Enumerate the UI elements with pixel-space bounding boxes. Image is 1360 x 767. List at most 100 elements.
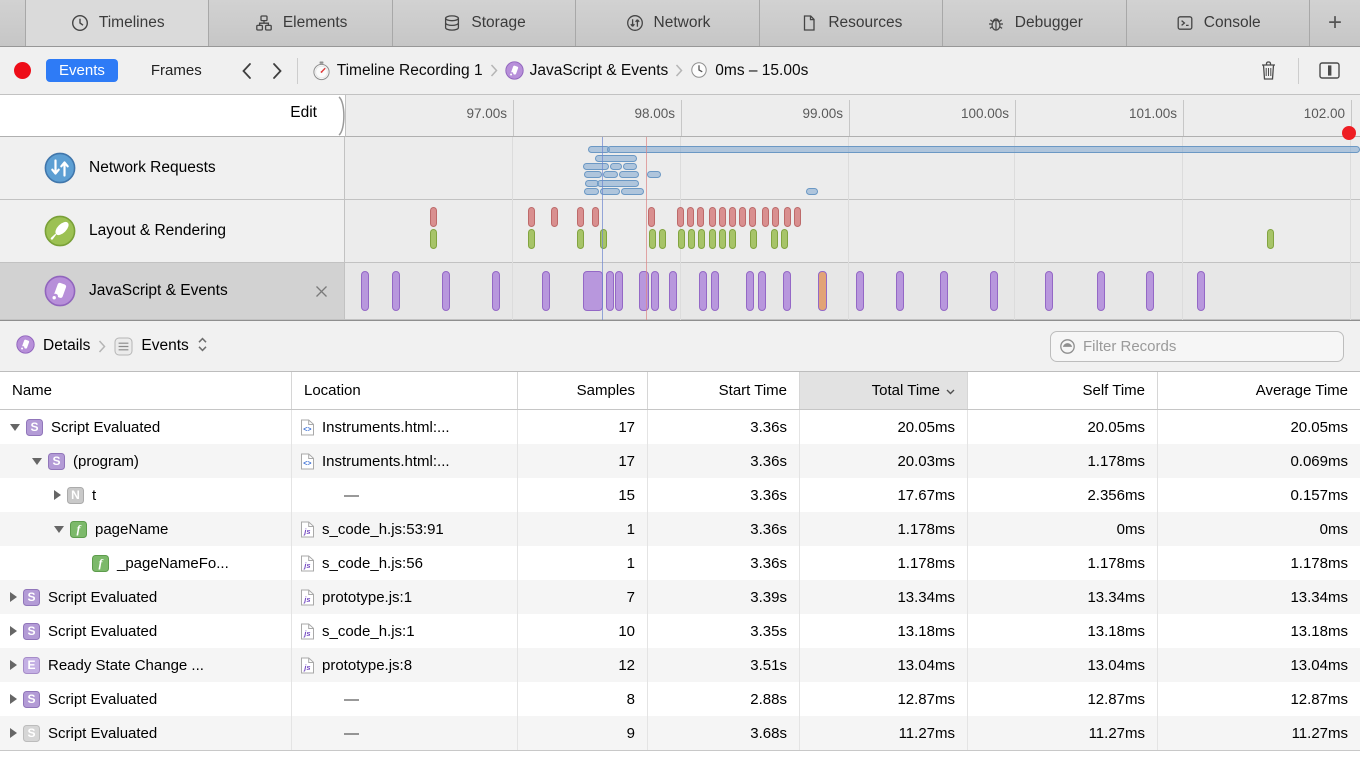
disclosure-triangle[interactable] [32, 458, 42, 465]
column-header-self-time[interactable]: Self Time [968, 372, 1158, 409]
tab-console[interactable]: Console [1127, 0, 1310, 46]
disclosure-triangle[interactable] [10, 660, 17, 670]
lane-graph[interactable] [345, 263, 1360, 320]
svg-text:<>: <> [303, 460, 311, 467]
self-time-cell: 0ms [968, 512, 1158, 546]
ruler-tick-label: 101.00s [1099, 106, 1177, 121]
lane-label[interactable]: Layout & Rendering [0, 200, 345, 263]
average-time-cell: 13.18ms [1158, 614, 1360, 648]
column-header-label: Start Time [719, 382, 787, 399]
filter-records-input[interactable] [1050, 331, 1344, 362]
timeline-lane-network-requests: Network Requests [0, 137, 1360, 200]
table-row[interactable]: SScript Evaluated<>Instruments.html:...1… [0, 410, 1360, 444]
close-lane-button[interactable] [315, 285, 328, 298]
start-time-cell: 2.88s [648, 682, 800, 716]
ruler-tick-label: 99.00s [765, 106, 843, 121]
disclosure-triangle[interactable] [10, 728, 17, 738]
column-header-label: Average Time [1256, 382, 1348, 399]
elements-icon [254, 13, 274, 33]
clock-icon [70, 13, 90, 33]
lane-graph[interactable] [345, 137, 1360, 200]
event-type-badge: S [48, 453, 65, 470]
js-file-icon: js [300, 555, 315, 572]
details-view-selector[interactable]: Events [141, 337, 188, 355]
sort-descending-icon [946, 382, 955, 399]
location-text: s_code_h.js:1 [322, 623, 415, 640]
self-time-cell: 20.05ms [968, 410, 1158, 444]
table-row[interactable]: EReady State Change ...jsprototype.js:81… [0, 648, 1360, 682]
timeline-lane-layout-rendering: Layout & Rendering [0, 200, 1360, 263]
table-row[interactable]: f_pageNameFo...jss_code_h.js:5613.36s1.1… [0, 546, 1360, 580]
lane-label[interactable]: Network Requests [0, 137, 345, 200]
frames-segment-button[interactable]: Frames [138, 59, 215, 82]
column-header-total-time[interactable]: Total Time [800, 372, 968, 409]
timeline-overview: Network Requests Layout & RenderingJavaSc… [0, 95, 1360, 320]
tab-label: Network [654, 14, 711, 32]
record-button[interactable] [14, 62, 31, 79]
disclosure-triangle[interactable] [10, 626, 17, 636]
samples-cell: 1 [518, 512, 648, 546]
back-button[interactable] [241, 62, 252, 80]
disclosure-triangle[interactable] [54, 526, 64, 533]
tab-resources[interactable]: Resources [760, 0, 943, 46]
forward-button[interactable] [272, 62, 283, 80]
average-time-cell: 12.87ms [1158, 682, 1360, 716]
timeline-ruler[interactable]: 97.00s98.00s99.00s100.00s101.00s102.00 [345, 95, 1360, 137]
toggle-details-sidebar-button[interactable] [1313, 62, 1346, 79]
column-header-location[interactable]: Location [292, 372, 518, 409]
ruler-tick [1015, 100, 1016, 136]
tab-timelines[interactable]: Timelines [26, 0, 209, 46]
column-header-name[interactable]: Name [0, 372, 292, 409]
chevron-right-icon [98, 340, 106, 353]
location-text: Instruments.html:... [322, 453, 450, 470]
self-time-cell: 13.04ms [968, 648, 1158, 682]
tab-network[interactable]: Network [576, 0, 759, 46]
lane-graph[interactable] [345, 200, 1360, 263]
name-cell: SScript Evaluated [0, 614, 292, 648]
table-row[interactable]: SScript Evaluatedjsprototype.js:173.39s1… [0, 580, 1360, 614]
average-time-cell: 13.34ms [1158, 580, 1360, 614]
location-text: s_code_h.js:53:91 [322, 521, 444, 538]
table-row[interactable]: SScript Evaluated—93.68s11.27ms11.27ms11… [0, 716, 1360, 750]
timeline-lanes: Network Requests Layout & RenderingJavaSc… [0, 137, 1360, 320]
edit-timelines-button[interactable]: Edit [290, 104, 317, 122]
disclosure-triangle[interactable] [10, 694, 17, 704]
table-row[interactable]: S(program)<>Instruments.html:...173.36s2… [0, 444, 1360, 478]
location-cell: jss_code_h.js:56 [292, 546, 518, 580]
location-empty-dash: — [300, 691, 359, 708]
disclosure-triangle[interactable] [10, 424, 20, 431]
new-tab-button[interactable]: + [1310, 0, 1360, 46]
table-row[interactable]: fpageNamejss_code_h.js:53:9113.36s1.178m… [0, 512, 1360, 546]
tab-debugger[interactable]: Debugger [943, 0, 1126, 46]
column-header-samples[interactable]: Samples [518, 372, 648, 409]
disclosure-triangle[interactable] [10, 592, 17, 602]
column-header-average-time[interactable]: Average Time [1158, 372, 1360, 409]
ruler-tick [1351, 100, 1352, 136]
js-circle-icon [505, 61, 524, 80]
total-time-cell: 17.67ms [800, 478, 968, 512]
updown-chevron-icon[interactable] [197, 336, 208, 357]
events-segment-button[interactable]: Events [46, 59, 118, 82]
column-header-start-time[interactable]: Start Time [648, 372, 800, 409]
total-time-cell: 13.18ms [800, 614, 968, 648]
tab-bar: TimelinesElementsStorage Network Resources… [0, 0, 1360, 47]
lane-label[interactable]: JavaScript & Events [0, 263, 345, 320]
location-text: prototype.js:1 [322, 589, 412, 606]
table-row[interactable]: Nt—153.36s17.67ms2.356ms0.157ms [0, 478, 1360, 512]
lane-title: Network Requests [89, 159, 216, 177]
table-row[interactable]: SScript Evaluated—82.88s12.87ms12.87ms12… [0, 682, 1360, 716]
details-breadcrumb-root[interactable]: Details [43, 337, 90, 355]
name-cell: fpageName [0, 512, 292, 546]
samples-cell: 10 [518, 614, 648, 648]
self-time-cell: 1.178ms [968, 444, 1158, 478]
tab-storage[interactable]: Storage [393, 0, 576, 46]
tab-elements[interactable]: Elements [209, 0, 392, 46]
clear-timeline-button[interactable] [1253, 60, 1284, 81]
table-row[interactable]: SScript Evaluatedjss_code_h.js:1103.35s1… [0, 614, 1360, 648]
disclosure-triangle[interactable] [54, 490, 61, 500]
event-name: pageName [95, 521, 168, 538]
toolbar-separator [1298, 58, 1299, 84]
breadcrumb-item[interactable]: 0ms – 15.00s [690, 61, 808, 80]
breadcrumb-item[interactable]: JavaScript & Events [505, 61, 669, 80]
breadcrumb-item[interactable]: Timeline Recording 1 [312, 61, 483, 81]
